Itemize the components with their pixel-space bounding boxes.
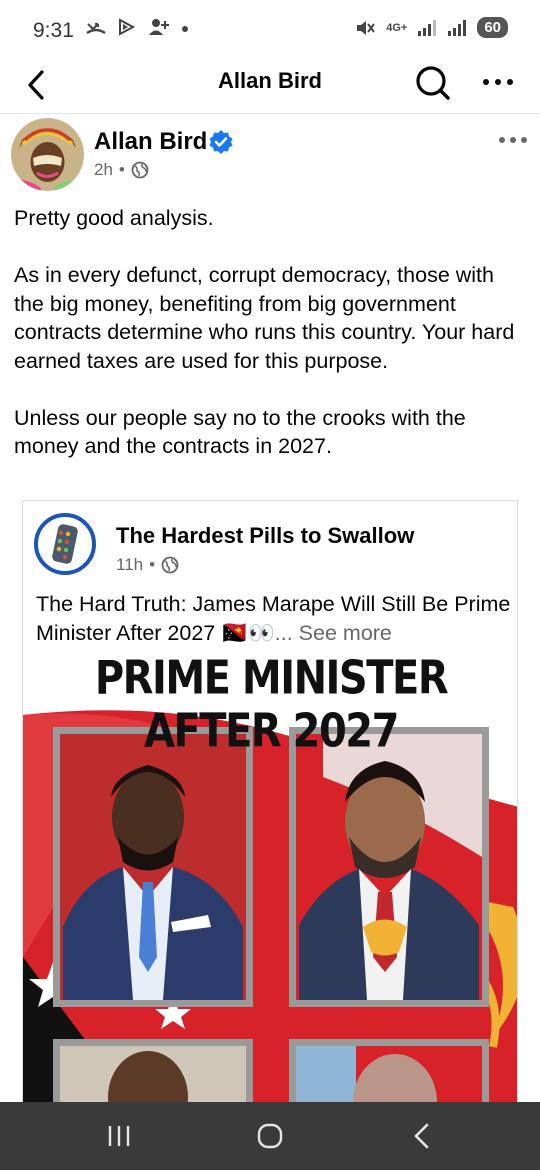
shared-meta: 11h • — [116, 555, 179, 575]
avatar-image — [11, 118, 84, 191]
globe-icon — [131, 161, 149, 179]
recent-apps-icon — [108, 1126, 130, 1146]
recent-apps-button[interactable] — [99, 1120, 139, 1152]
page-title: Allan Bird — [218, 68, 322, 93]
search-icon — [416, 66, 450, 100]
post-paragraph: As in every defunct, corrupt democracy, … — [14, 263, 515, 373]
more-horizontal-icon — [499, 137, 527, 143]
verified-badge-icon — [208, 129, 234, 155]
media-icon — [119, 18, 136, 36]
status-bar: 9:31 4G+ 60 — [0, 0, 540, 58]
signal-icon — [418, 19, 437, 36]
signal-icon-2 — [448, 19, 467, 36]
back-nav-button[interactable] — [401, 1120, 441, 1152]
post-header: Allan Bird 2h • — [0, 114, 540, 196]
status-right: 4G+ 60 — [354, 17, 508, 38]
search-button[interactable] — [412, 62, 452, 102]
post-options-button[interactable] — [496, 132, 530, 148]
system-nav-bar — [0, 1102, 540, 1170]
post-time[interactable]: 2h — [94, 160, 113, 180]
mute-icon — [357, 20, 376, 35]
more-horizontal-icon — [483, 79, 513, 85]
home-icon — [257, 1123, 283, 1149]
network-label: 4G+ — [386, 21, 408, 34]
shared-page-name[interactable]: The Hardest Pills to Swallow — [116, 523, 414, 549]
app-bar: Allan Bird — [0, 58, 540, 114]
shared-post-image[interactable]: PRIME MINISTER AFTER 2027 — [23, 657, 517, 1110]
home-button[interactable] — [250, 1120, 290, 1152]
back-chevron-icon — [414, 1123, 429, 1149]
author-avatar[interactable] — [11, 118, 84, 191]
shared-post-text: The Hard Truth: James Marape Will Still … — [36, 590, 511, 647]
shared-time[interactable]: 11h — [116, 555, 143, 575]
meta-separator: • — [149, 555, 156, 574]
notification-icons — [86, 18, 189, 41]
post-paragraph: Unless our people say no to the crooks w… — [14, 405, 466, 459]
shared-text-body: The Hard Truth: James Marape Will Still … — [36, 592, 511, 645]
image-headline: PRIME MINISTER AFTER 2027 — [94, 657, 449, 758]
globe-icon — [161, 556, 179, 574]
shared-page-avatar[interactable] — [34, 513, 96, 575]
meta-separator: • — [118, 160, 125, 179]
author-name[interactable]: Allan Bird — [94, 128, 207, 156]
see-more-link[interactable]: ... See more — [275, 621, 392, 645]
post-meta: 2h • — [94, 160, 149, 180]
post-paragraph: Pretty good analysis. — [14, 206, 214, 230]
missed-call-icon — [86, 23, 106, 35]
dot-icon — [182, 26, 189, 32]
post-body: Pretty good analysis. As in every defunc… — [14, 204, 526, 489]
status-time: 9:31 — [33, 19, 74, 42]
shared-post-card[interactable]: The Hardest Pills to Swallow 11h • The H… — [22, 500, 518, 1110]
add-user-icon — [149, 19, 170, 35]
battery-indicator: 60 — [477, 17, 508, 38]
more-options-button[interactable] — [478, 64, 518, 100]
